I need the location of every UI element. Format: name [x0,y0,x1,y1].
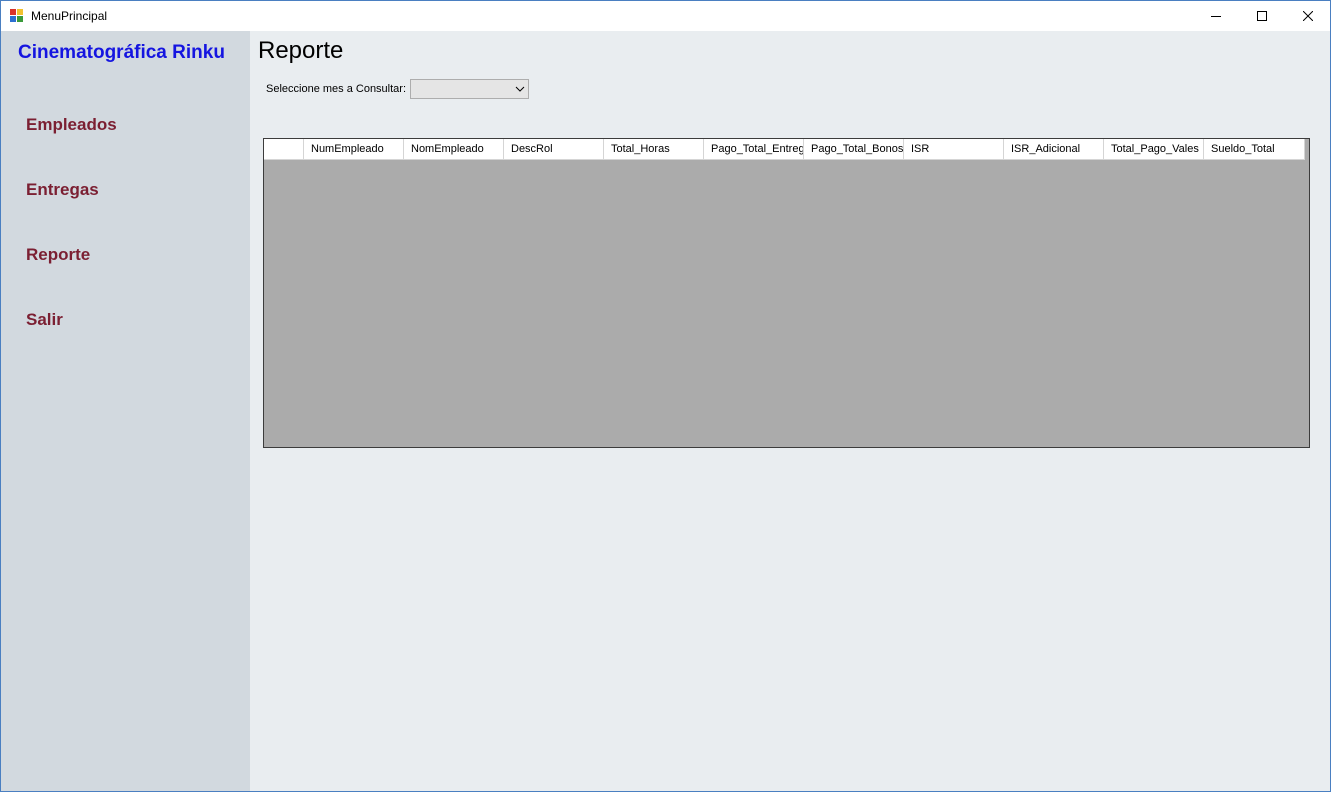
app-window: MenuPrincipal Cinematográfica Rinku Empl… [0,0,1331,792]
sidebar-item-reporte[interactable]: Reporte [26,245,90,265]
column-header-total-pago-vales[interactable]: Total_Pago_Vales [1104,139,1204,159]
close-icon [1303,11,1313,21]
sidebar-item-empleados[interactable]: Empleados [26,115,117,135]
maximize-button[interactable] [1239,1,1285,31]
column-header-total-horas[interactable]: Total_Horas [604,139,704,159]
month-select[interactable] [410,79,529,99]
column-header-isr-adicional[interactable]: ISR_Adicional [1004,139,1104,159]
sidebar-item-salir[interactable]: Salir [26,310,63,330]
title-bar[interactable]: MenuPrincipal [1,1,1330,31]
column-header-descrol[interactable]: DescRol [504,139,604,159]
grid-header: NumEmpleado NomEmpleado DescRol Total_Ho… [264,139,1305,160]
column-header-isr[interactable]: ISR [904,139,1004,159]
minimize-icon [1211,16,1221,17]
maximize-icon [1257,11,1267,21]
chevron-down-icon [515,86,525,92]
sidebar-item-entregas[interactable]: Entregas [26,180,99,200]
page-title: Reporte [258,37,344,64]
column-header-pago-total-bonos[interactable]: Pago_Total_Bonos [804,139,904,159]
minimize-button[interactable] [1193,1,1239,31]
report-grid[interactable]: NumEmpleado NomEmpleado DescRol Total_Ho… [263,138,1310,448]
column-header-pago-total-entreg[interactable]: Pago_Total_Entreg [704,139,804,159]
brand-title: Cinematográfica Rinku [18,42,225,63]
column-header-sueldo-total[interactable]: Sueldo_Total [1204,139,1305,159]
app-icon[interactable] [10,9,24,22]
column-header-nomempleado[interactable]: NomEmpleado [404,139,504,159]
column-header-numempleado[interactable]: NumEmpleado [304,139,404,159]
sidebar: Cinematográfica Rinku Empleados Entregas… [1,31,250,791]
window-title: MenuPrincipal [31,9,108,23]
row-header-corner[interactable] [264,139,304,159]
close-button[interactable] [1285,1,1331,31]
month-filter-label: Seleccione mes a Consultar: [266,83,407,95]
